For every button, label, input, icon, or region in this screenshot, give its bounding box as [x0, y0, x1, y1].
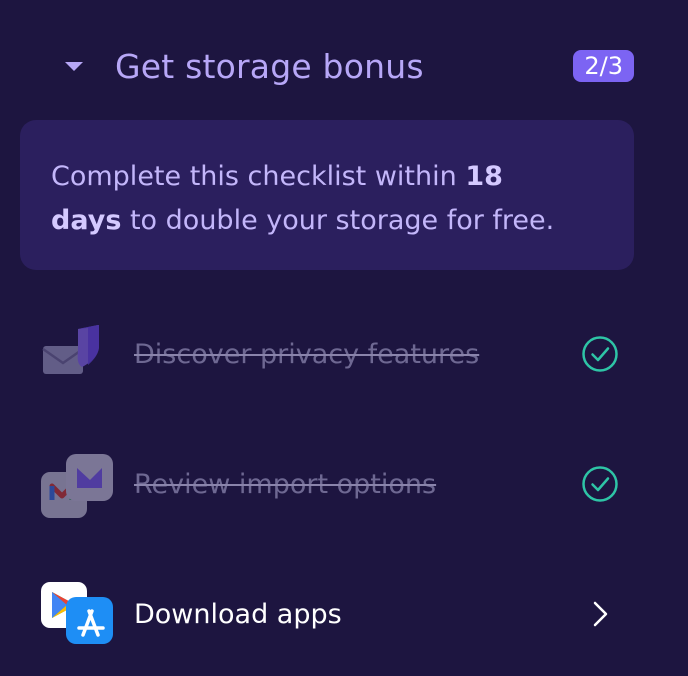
- item-label: Discover privacy features: [134, 338, 480, 370]
- checklist-item-import[interactable]: Review import options: [40, 444, 636, 524]
- item-label: Download apps: [134, 598, 342, 630]
- check-circle-icon: [580, 334, 620, 374]
- info-days-value: 18: [465, 161, 503, 192]
- checklist-item-download-apps[interactable]: Download apps: [40, 574, 636, 654]
- storage-bonus-panel: Get storage bonus 2/3 Complete this chec…: [0, 0, 688, 676]
- info-card: Complete this checklist within 18 days to…: [20, 120, 634, 270]
- chevron-right-icon[interactable]: [580, 594, 620, 634]
- checklist-header[interactable]: Get storage bonus 2/3: [60, 40, 636, 92]
- item-label: Review import options: [134, 468, 437, 500]
- progress-badge: 2/3: [573, 50, 634, 82]
- checklist-title: Get storage bonus: [115, 46, 424, 86]
- info-text-before: Complete this checklist within: [51, 161, 466, 192]
- info-days-unit: days: [51, 205, 122, 236]
- caret-down-icon[interactable]: [60, 40, 88, 92]
- privacy-shield-icon: [40, 316, 116, 392]
- app-stores-icon: [40, 576, 116, 652]
- checklist-item-privacy[interactable]: Discover privacy features: [40, 314, 636, 394]
- info-text-after: to double your storage for free.: [121, 205, 555, 236]
- import-mail-icon: [40, 446, 116, 522]
- check-circle-icon: [580, 464, 620, 504]
